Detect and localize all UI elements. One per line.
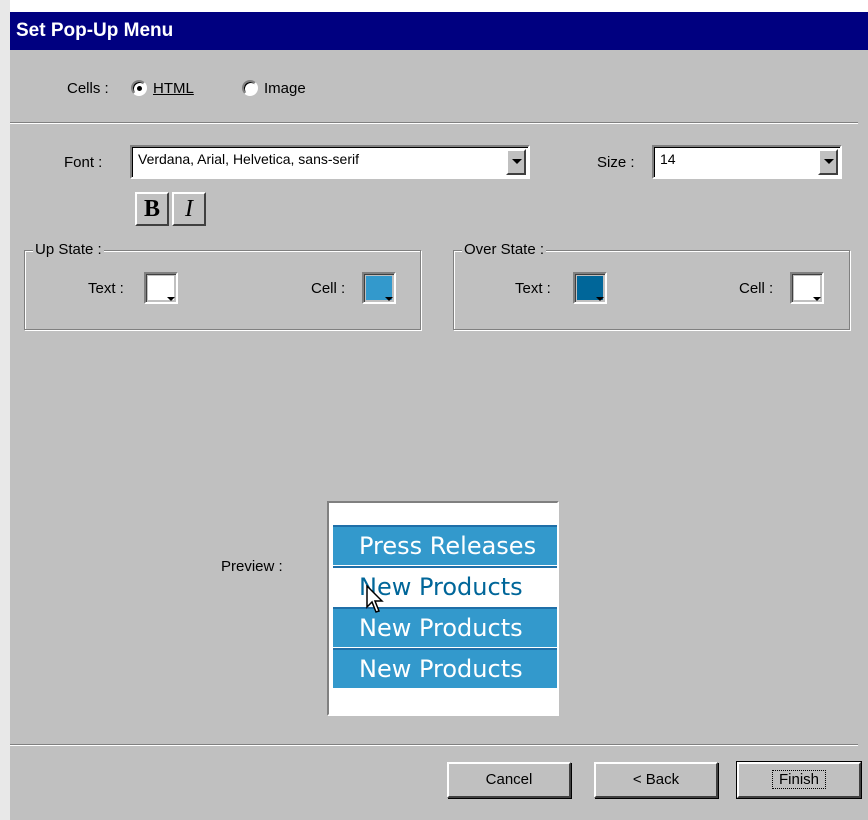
separator-top-highlight bbox=[10, 123, 858, 124]
caret-down-icon bbox=[813, 297, 821, 301]
radio-image-label[interactable]: Image bbox=[264, 80, 306, 97]
window-title: Set Pop-Up Menu bbox=[16, 20, 174, 41]
size-dropdown-button[interactable] bbox=[818, 149, 838, 175]
radio-html[interactable] bbox=[131, 80, 147, 96]
up-text-color-swatch[interactable] bbox=[144, 272, 178, 304]
separator-bottom-highlight bbox=[10, 745, 858, 746]
preview-label: Preview : bbox=[221, 558, 283, 575]
bold-button[interactable]: B bbox=[135, 192, 169, 226]
preview-panel: Press Releases New Products New Products… bbox=[327, 501, 559, 716]
radio-image[interactable] bbox=[242, 80, 258, 96]
italic-button[interactable]: I bbox=[172, 192, 206, 226]
mouse-cursor-icon bbox=[366, 585, 384, 613]
preview-item-1: Press Releases bbox=[333, 525, 557, 565]
cancel-button[interactable]: Cancel bbox=[447, 762, 571, 798]
title-bar: Set Pop-Up Menu bbox=[10, 12, 868, 50]
chevron-down-icon bbox=[512, 159, 522, 164]
font-dropdown-button[interactable] bbox=[506, 149, 526, 175]
radio-html-label[interactable]: HTML bbox=[153, 80, 194, 97]
font-label: Font : bbox=[64, 154, 103, 171]
up-text-label: Text : bbox=[88, 280, 124, 297]
preview-item-4: New Products bbox=[333, 648, 557, 688]
finish-button[interactable]: Finish bbox=[736, 761, 862, 799]
over-cell-color-swatch[interactable] bbox=[790, 272, 824, 304]
size-select-value: 14 bbox=[660, 151, 676, 167]
caret-down-icon bbox=[167, 297, 175, 301]
caret-down-icon bbox=[385, 297, 393, 301]
up-cell-label: Cell : bbox=[311, 280, 346, 297]
over-text-label: Text : bbox=[515, 280, 551, 297]
html-label-text: HTML bbox=[153, 80, 194, 97]
over-cell-label: Cell : bbox=[739, 280, 774, 297]
finish-button-label: Finish bbox=[771, 770, 826, 789]
font-select-value: Verdana, Arial, Helvetica, sans-serif bbox=[138, 151, 359, 167]
chevron-down-icon bbox=[824, 159, 834, 164]
back-button[interactable]: < Back bbox=[594, 762, 718, 798]
over-text-color-swatch[interactable] bbox=[573, 272, 607, 304]
size-label: Size : bbox=[597, 154, 635, 171]
window-top-edge bbox=[0, 0, 868, 12]
size-select[interactable]: 14 bbox=[652, 145, 842, 179]
up-cell-color-swatch[interactable] bbox=[362, 272, 396, 304]
cells-label: Cells : bbox=[67, 80, 109, 97]
window-left-edge bbox=[0, 0, 10, 820]
font-select[interactable]: Verdana, Arial, Helvetica, sans-serif bbox=[130, 145, 530, 179]
over-state-title: Over State : bbox=[462, 241, 547, 258]
caret-down-icon bbox=[596, 297, 604, 301]
up-state-title: Up State : bbox=[33, 241, 104, 258]
